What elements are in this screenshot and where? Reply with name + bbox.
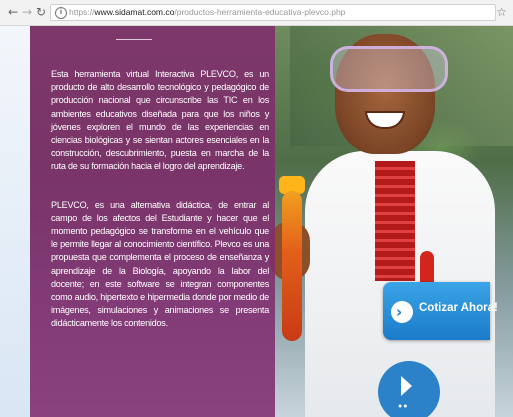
- address-bar[interactable]: i https://www.sidamat.com.co/productos-h…: [50, 4, 496, 21]
- divider: [116, 39, 152, 40]
- cta-icon-circle: ›: [391, 301, 413, 323]
- url-path: /productos-herramienta-educativa-plevco.…: [174, 7, 346, 17]
- forward-arrow-icon[interactable]: →: [20, 5, 34, 19]
- page-background: [0, 26, 30, 417]
- back-arrow-icon[interactable]: ←: [6, 5, 20, 19]
- info-icon[interactable]: i: [55, 7, 67, 19]
- play-icon: [401, 376, 412, 396]
- orange-test-tube: [282, 191, 302, 341]
- logo-badge[interactable]: ●●: [378, 361, 440, 417]
- url-domain: www.sidamat.com.co: [94, 7, 175, 17]
- safety-goggles: [330, 46, 448, 92]
- url-prefix: https://: [69, 7, 95, 17]
- badge-dots-icon: ●●: [398, 403, 409, 410]
- description-text: Esta herramienta virtual Interactiva PLE…: [51, 68, 269, 356]
- browser-toolbar: ← → ↻ i https://www.sidamat.com.co/produ…: [0, 0, 513, 26]
- reload-icon[interactable]: ↻: [34, 5, 48, 19]
- star-icon[interactable]: ☆: [496, 5, 507, 19]
- description-overlay: Esta herramienta virtual Interactiva PLE…: [30, 26, 275, 417]
- striped-shirt: [375, 161, 415, 281]
- page-viewport: Esta herramienta virtual Interactiva PLE…: [0, 26, 513, 417]
- chevron-right-icon: ›: [396, 303, 403, 321]
- cotizar-button-label: Cotizar Ahora!: [419, 302, 498, 314]
- description-paragraph-1: Esta herramienta virtual Interactiva PLE…: [51, 69, 269, 172]
- description-paragraph-2: PLEVCO, es una alternativa didáctica, de…: [51, 199, 269, 329]
- cotizar-button[interactable]: › Cotizar Ahora!: [383, 282, 498, 340]
- url-text: https://www.sidamat.com.co/productos-her…: [69, 7, 345, 17]
